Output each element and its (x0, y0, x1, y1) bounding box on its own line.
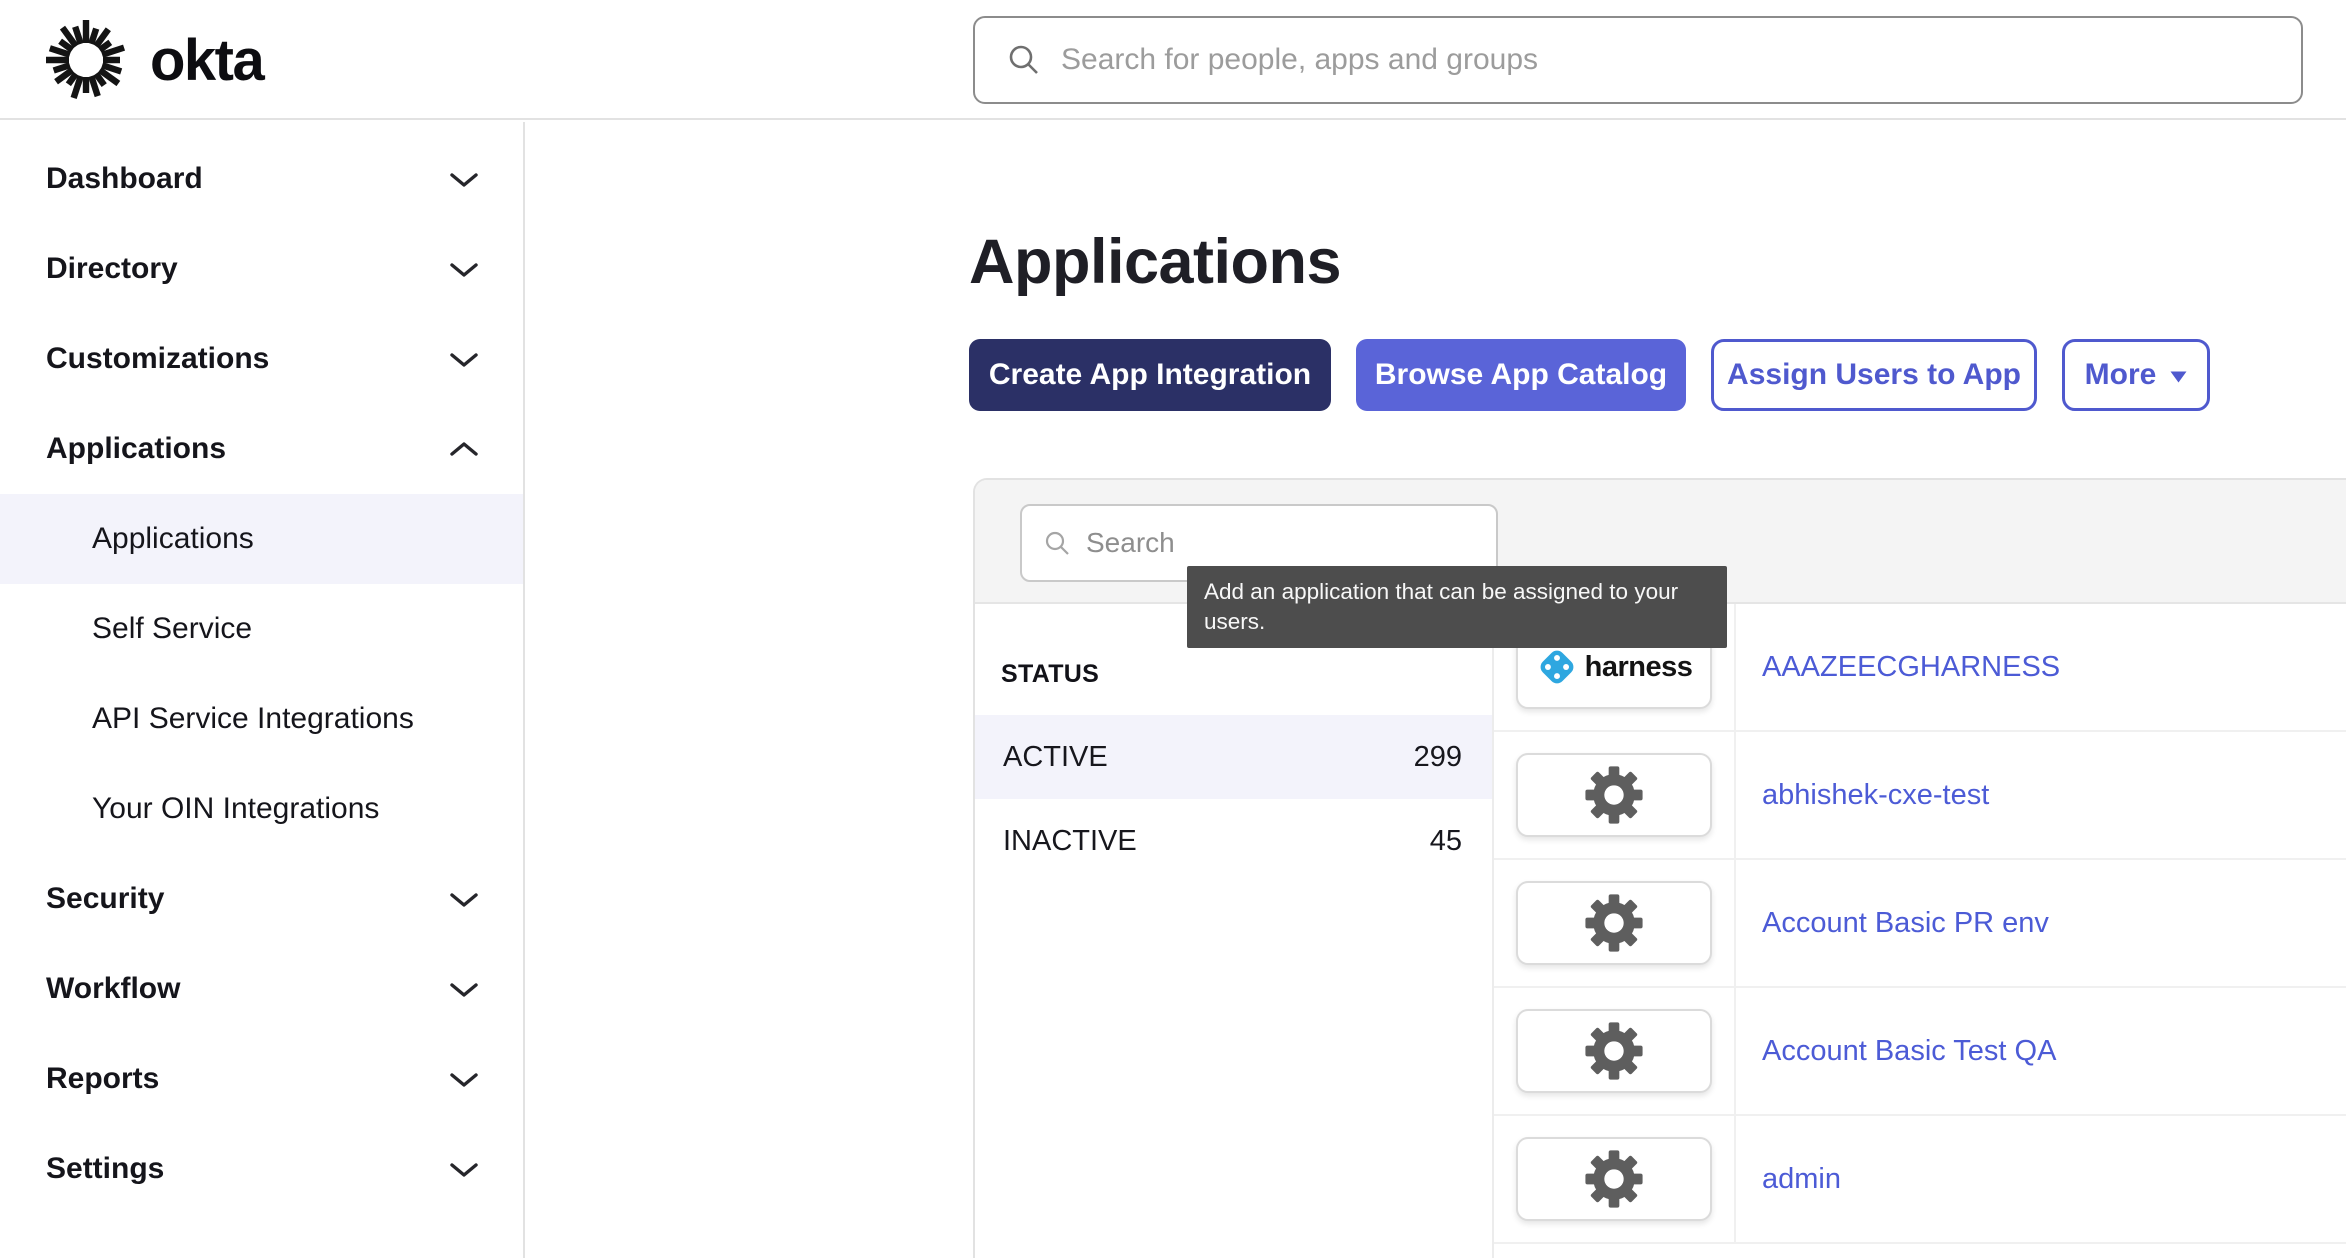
app-link[interactable]: admin (1762, 1163, 1841, 1196)
app-list: harness AAAZEECGHARNESS ab (1494, 604, 2346, 1258)
harness-logo-text: harness (1585, 651, 1693, 684)
global-search[interactable] (973, 16, 2303, 104)
sidebar-item-your-oin-integrations[interactable]: Your OIN Integrations (0, 764, 523, 854)
app-row: abhishek-cxe-test (1494, 732, 2346, 860)
button-label: More (2085, 358, 2157, 392)
chevron-down-icon (449, 981, 479, 998)
app-row: Account Basic Test QA (1494, 988, 2346, 1116)
action-buttons: Create App Integration Browse App Catalo… (969, 339, 2210, 411)
okta-logo-icon (44, 18, 128, 102)
chevron-down-icon (449, 171, 479, 188)
app-name-cell: abhishek-cxe-test (1736, 732, 2346, 858)
sidebar-item-applications[interactable]: Applications (0, 404, 523, 494)
sidebar-item-customizations[interactable]: Customizations (0, 314, 523, 404)
button-label: Create App Integration (989, 358, 1311, 392)
app-row: admin (1494, 1116, 2346, 1244)
status-filter-active[interactable]: ACTIVE 299 (975, 715, 1492, 799)
app-name-cell: Account Basic Test QA (1736, 988, 2346, 1114)
app-icon[interactable] (1516, 1137, 1712, 1221)
chevron-down-icon (449, 261, 479, 278)
sidebar-item-label: API Service Integrations (92, 702, 414, 736)
status-filter: STATUS ACTIVE 299 INACTIVE 45 (975, 604, 1494, 1258)
panel-body: STATUS ACTIVE 299 INACTIVE 45 (975, 604, 2346, 1258)
app-link[interactable]: Account Basic Test QA (1762, 1035, 2056, 1068)
app-search-input[interactable] (1086, 527, 1496, 559)
sidebar-item-label: Dashboard (46, 162, 203, 196)
chevron-down-icon (449, 891, 479, 908)
sidebar-item-label: Applications (46, 432, 226, 466)
page-title: Applications (969, 224, 1341, 300)
app-name-cell: Account Basic PR env (1736, 860, 2346, 986)
create-app-integration-button[interactable]: Create App Integration (969, 339, 1331, 411)
okta-logo[interactable]: okta (44, 0, 263, 120)
gear-icon (1583, 1148, 1645, 1210)
app-icon-cell (1494, 860, 1736, 986)
search-icon (1007, 43, 1041, 77)
sidebar-item-applications[interactable]: Applications (0, 494, 523, 584)
tooltip: Add an application that can be assigned … (1187, 566, 1727, 648)
chevron-up-icon (449, 441, 479, 458)
sidebar-item-label: Settings (46, 1152, 164, 1186)
chevron-down-icon (449, 1161, 479, 1178)
gear-icon (1583, 764, 1645, 826)
app-link[interactable]: Account Basic PR env (1762, 907, 2049, 940)
global-search-input[interactable] (1061, 43, 2301, 77)
sidebar-item-workflow[interactable]: Workflow (0, 944, 523, 1034)
gear-icon (1583, 892, 1645, 954)
harness-logo-icon (1536, 646, 1578, 688)
app-link[interactable]: AAAZEECGHARNESS (1762, 651, 2060, 684)
button-label: Browse App Catalog (1375, 358, 1667, 392)
more-button[interactable]: More (2062, 339, 2210, 411)
status-count: 45 (1430, 825, 1462, 858)
chevron-down-icon (449, 1071, 479, 1088)
sidebar-item-label: Directory (46, 252, 178, 286)
sidebar-item-dashboard[interactable]: Dashboard (0, 134, 523, 224)
app-icon-cell (1494, 1116, 1736, 1242)
status-filter-inactive[interactable]: INACTIVE 45 (975, 799, 1492, 883)
sidebar-item-label: Self Service (92, 612, 252, 646)
okta-logo-text: okta (150, 27, 263, 94)
app-icon[interactable] (1516, 1009, 1712, 1093)
gear-icon (1583, 1020, 1645, 1082)
sidebar-item-label: Workflow (46, 972, 180, 1006)
sidebar-item-label: Security (46, 882, 164, 916)
sidebar: Dashboard Directory Customizations Appli… (0, 122, 525, 1258)
status-count: 299 (1414, 741, 1462, 774)
app-name-cell: AAAZEECGHARNESS (1736, 604, 2346, 730)
app-row: Account Basic PR env (1494, 860, 2346, 988)
sidebar-nav-list: Dashboard Directory Customizations Appli… (0, 134, 523, 1214)
caret-down-icon (2170, 371, 2187, 383)
sidebar-item-self-service[interactable]: Self Service (0, 584, 523, 674)
search-icon (1044, 530, 1071, 557)
sidebar-item-label: Reports (46, 1062, 159, 1096)
app-icon-cell (1494, 988, 1736, 1114)
app-icon[interactable] (1516, 881, 1712, 965)
app-icon-cell (1494, 732, 1736, 858)
sidebar-item-security[interactable]: Security (0, 854, 523, 944)
sidebar-item-label: Applications (92, 522, 254, 556)
sidebar-item-label: Customizations (46, 342, 269, 376)
browse-app-catalog-button[interactable]: Browse App Catalog (1356, 339, 1686, 411)
status-label: ACTIVE (1003, 741, 1108, 774)
app-link[interactable]: abhishek-cxe-test (1762, 779, 1989, 812)
app-icon[interactable] (1516, 753, 1712, 837)
status-filter-list: ACTIVE 299 INACTIVE 45 (975, 715, 1492, 883)
assign-users-to-app-button[interactable]: Assign Users to App (1711, 339, 2037, 411)
button-label: Assign Users to App (1727, 358, 2021, 392)
sidebar-item-api-service-integrations[interactable]: API Service Integrations (0, 674, 523, 764)
status-filter-header: STATUS (975, 660, 1492, 689)
chevron-down-icon (449, 351, 479, 368)
sidebar-item-reports[interactable]: Reports (0, 1034, 523, 1124)
sidebar-item-label: Your OIN Integrations (92, 792, 379, 826)
okta-admin-console: okta Dashboard Directory Customizations (0, 0, 2346, 1258)
app-name-cell: admin (1736, 1116, 2346, 1242)
status-label: INACTIVE (1003, 825, 1137, 858)
topbar: okta (0, 0, 2346, 120)
sidebar-item-settings[interactable]: Settings (0, 1124, 523, 1214)
sidebar-item-directory[interactable]: Directory (0, 224, 523, 314)
